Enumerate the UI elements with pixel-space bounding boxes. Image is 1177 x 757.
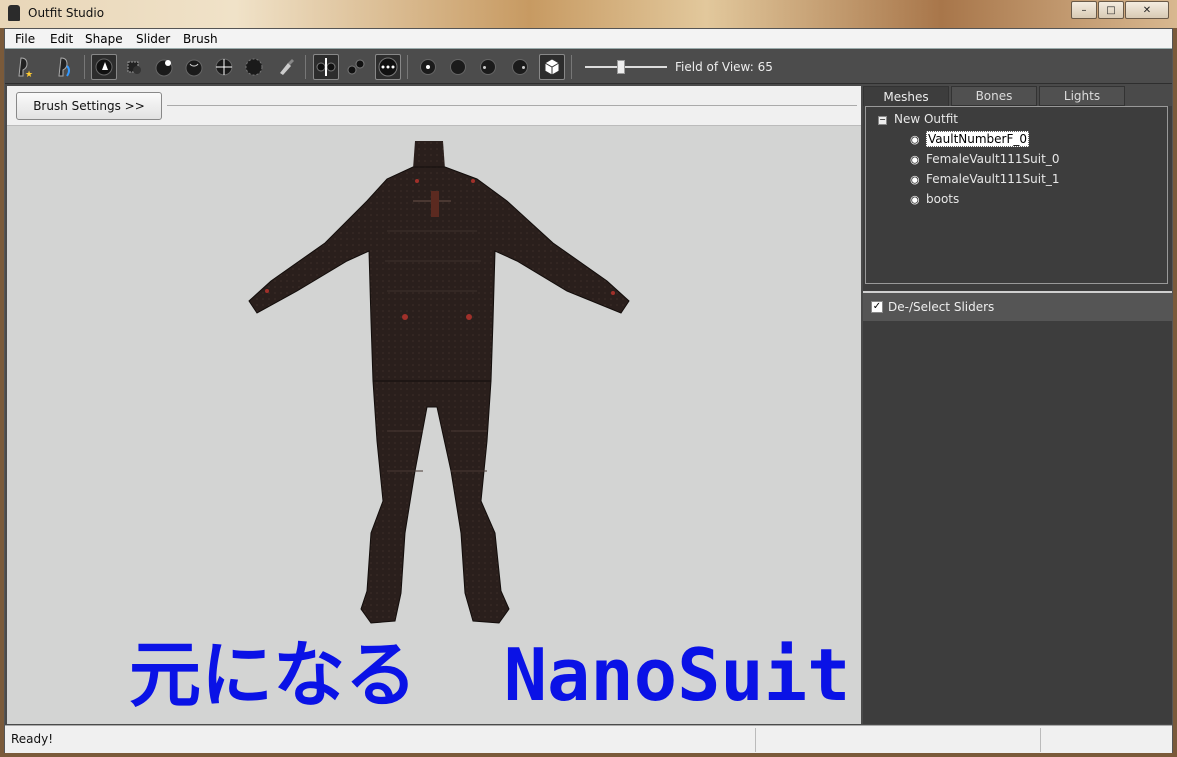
menu-slider[interactable]: Slider xyxy=(136,32,170,46)
left-pane: Brush Settings >> 元になる NanoSuit xyxy=(7,86,861,724)
title-bar: Outfit Studio – □ ✕ xyxy=(0,0,1177,28)
select-brush-icon[interactable] xyxy=(91,54,117,80)
window-title: Outfit Studio xyxy=(28,6,105,20)
tree-item-vaultnumberf0[interactable]: ◉ VaultNumberF_0 xyxy=(910,131,1030,147)
right-pane: Meshes Bones Lights − New Outfit ◉ VaultN… xyxy=(863,86,1172,724)
collapse-toggle-icon[interactable]: − xyxy=(878,116,887,125)
brush-settings-button[interactable]: Brush Settings >> xyxy=(16,92,162,120)
mask-brush-icon[interactable] xyxy=(121,54,147,80)
slider-panel-header: ✓ De-/Select Sliders xyxy=(863,291,1172,321)
menu-edit[interactable]: Edit xyxy=(50,32,73,46)
global-brush-icon[interactable] xyxy=(375,54,401,80)
menu-brush[interactable]: Brush xyxy=(183,32,218,46)
outfit-model xyxy=(248,141,630,624)
app-icon xyxy=(8,5,20,21)
tree-item-femalevault111suit0[interactable]: ◉ FemaleVault111Suit_0 xyxy=(910,152,1059,166)
connected-only-icon[interactable] xyxy=(343,54,369,80)
tree-item-femalevault111suit1[interactable]: ◉ FemaleVault111Suit_1 xyxy=(910,172,1059,186)
vertex-view-icon[interactable] xyxy=(415,54,441,80)
fov-slider-track[interactable] xyxy=(585,66,667,68)
wireframe-view-icon[interactable] xyxy=(445,54,471,80)
status-bar: Ready! xyxy=(5,725,1172,753)
menu-shape[interactable]: Shape xyxy=(85,32,123,46)
texture-view-icon[interactable] xyxy=(539,54,565,80)
brush-settings-bar: Brush Settings >> xyxy=(7,86,861,126)
eye-icon[interactable]: ◉ xyxy=(910,173,924,186)
app-frame: File Edit Shape Slider Brush ★ Field of … xyxy=(4,28,1173,753)
eye-icon[interactable]: ◉ xyxy=(910,153,924,166)
deflate-brush-icon[interactable] xyxy=(181,54,207,80)
lighting-view-icon[interactable] xyxy=(475,54,501,80)
menu-bar: File Edit Shape Slider Brush xyxy=(5,29,1172,49)
minimize-button[interactable]: – xyxy=(1071,1,1097,19)
fov-label: Field of View: 65 xyxy=(675,60,773,74)
maximize-button[interactable]: □ xyxy=(1098,1,1124,19)
tab-meshes[interactable]: Meshes xyxy=(863,86,949,106)
overlay-caption: 元になる NanoSuit 5.0 xyxy=(129,633,851,717)
mask-view-icon[interactable] xyxy=(507,54,533,80)
fov-slider-thumb[interactable] xyxy=(617,60,625,74)
tree-root-label: New Outfit xyxy=(894,112,959,126)
eye-icon[interactable]: ◉ xyxy=(910,193,924,206)
tree-root[interactable]: New Outfit xyxy=(894,112,958,126)
select-sliders-label: De-/Select Sliders xyxy=(888,300,995,314)
smooth-brush-icon[interactable] xyxy=(241,54,267,80)
close-button[interactable]: ✕ xyxy=(1125,1,1169,19)
inflate-brush-icon[interactable] xyxy=(151,54,177,80)
tab-lights[interactable]: Lights xyxy=(1039,86,1125,106)
mirror-x-icon[interactable] xyxy=(313,54,339,80)
status-text: Ready! xyxy=(11,732,54,746)
mesh-tree: − New Outfit ◉ VaultNumberF_0 ◉ FemaleVaul… xyxy=(865,106,1168,284)
svg-text:★: ★ xyxy=(25,70,33,78)
weight-paint-icon[interactable] xyxy=(273,54,299,80)
3d-viewport[interactable]: 元になる NanoSuit 5.0 xyxy=(7,126,861,724)
toolbar: ★ Field of View: 65 xyxy=(5,50,1172,84)
reference-mannequin-icon[interactable] xyxy=(51,54,77,80)
new-outfit-icon[interactable]: ★ xyxy=(11,54,37,80)
tree-item-boots[interactable]: ◉ boots xyxy=(910,192,959,206)
move-brush-icon[interactable] xyxy=(211,54,237,80)
tab-strip: Meshes Bones Lights xyxy=(863,86,1172,106)
menu-file[interactable]: File xyxy=(15,32,35,46)
eye-icon[interactable]: ◉ xyxy=(910,133,924,146)
tab-bones[interactable]: Bones xyxy=(951,86,1037,106)
select-sliders-checkbox[interactable]: ✓ xyxy=(871,301,883,313)
